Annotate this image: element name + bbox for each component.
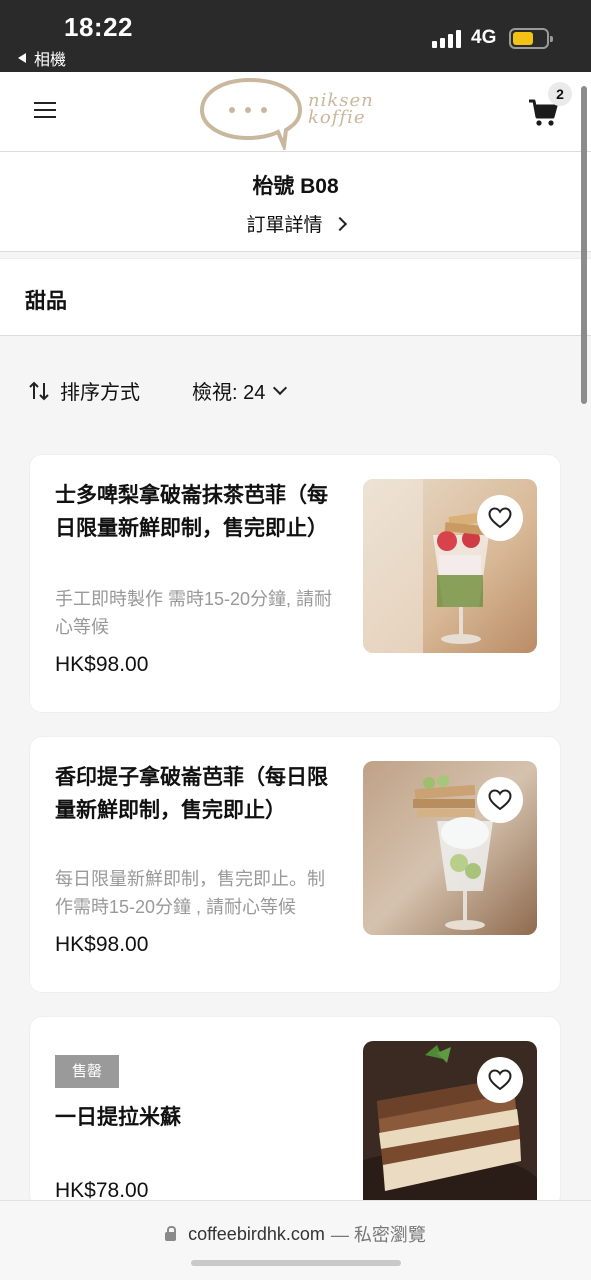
url-domain: coffeebirdhk.com <box>188 1223 325 1244</box>
status-time: 18:22 <box>64 12 133 42</box>
speech-bubble-logo-icon <box>199 77 303 154</box>
back-to-app-link[interactable]: 相機 <box>18 46 66 70</box>
favorite-button[interactable] <box>477 1057 523 1103</box>
product-title: 士多啤梨拿破崙抹茶芭菲（每日限量新鮮即制，售完即止） <box>55 484 328 540</box>
signal-icon <box>432 30 461 48</box>
order-detail-label: 訂單詳情 <box>246 215 323 236</box>
cart-count-badge: 2 <box>548 82 572 106</box>
product-price: HK$98.00 <box>55 933 149 956</box>
table-number: 枱號 B08 <box>252 175 339 198</box>
browser-url-bar[interactable]: coffeebirdhk.com — 私密瀏覽 <box>0 1200 591 1280</box>
favorite-button[interactable] <box>477 777 523 823</box>
site-header: niksen koffie <box>0 72 591 154</box>
view-count-dropdown[interactable]: 檢視: 24 <box>192 376 288 405</box>
product-price: HK$98.00 <box>55 653 149 676</box>
product-card[interactable]: 售罄 一日提拉米蘇 HK$78.00 <box>30 1017 560 1207</box>
network-type: 4G <box>471 27 497 48</box>
sort-button[interactable]: 排序方式 <box>28 376 140 405</box>
list-toolbar: 排序方式 檢視: 24 <box>0 336 591 436</box>
heart-icon <box>488 789 512 811</box>
sort-label: 排序方式 <box>60 382 140 404</box>
order-detail-link[interactable]: 訂單詳情 <box>0 210 591 237</box>
battery-icon <box>509 28 553 49</box>
product-description: 每日限量新鮮即制，售完即止。制作需時15-20分鐘 , 請耐心等候 <box>55 869 325 917</box>
logo-wordmark: niksen koffie <box>308 90 374 128</box>
product-card[interactable]: 香印提子拿破崙芭菲（每日限量新鮮即制，售完即止） 每日限量新鮮即制，售完即止。制… <box>30 737 560 992</box>
product-description: 手工即時製作 需時15-20分鐘, 請耐心等候 <box>55 589 333 637</box>
product-card[interactable]: 士多啤梨拿破崙抹茶芭菲（每日限量新鮮即制，售完即止） 手工即時製作 需時15-2… <box>30 455 560 712</box>
category-title: 甜品 <box>25 290 67 313</box>
product-image[interactable] <box>363 1041 537 1207</box>
status-bar: 18:22 相機 4G <box>0 0 591 72</box>
product-title: 一日提拉米蘇 <box>55 1106 181 1129</box>
sort-arrows-icon <box>29 381 49 400</box>
view-count-label: 檢視: 24 <box>192 382 266 404</box>
page-scrollbar[interactable] <box>581 86 587 404</box>
favorite-button[interactable] <box>477 495 523 541</box>
heart-icon <box>488 507 512 529</box>
back-app-label: 相機 <box>34 52 67 69</box>
chevron-down-icon <box>273 380 288 395</box>
home-indicator <box>191 1260 401 1266</box>
brand-logo[interactable]: niksen koffie <box>198 74 398 154</box>
chevron-right-icon <box>332 216 347 231</box>
private-browsing-label: — 私密瀏覽 <box>330 1225 426 1245</box>
product-image[interactable] <box>363 479 537 653</box>
product-image[interactable] <box>363 761 537 935</box>
url-display[interactable]: coffeebirdhk.com — 私密瀏覽 <box>0 1221 591 1247</box>
hamburger-menu-button[interactable] <box>34 102 56 120</box>
category-header: 甜品 <box>0 258 591 336</box>
sold-out-badge: 售罄 <box>55 1055 119 1088</box>
product-title: 香印提子拿破崙芭菲（每日限量新鮮即制，售完即止） <box>55 766 328 822</box>
back-arrow-icon <box>18 53 26 63</box>
lock-icon <box>165 1225 177 1241</box>
heart-icon <box>488 1069 512 1091</box>
table-info-panel: 枱號 B08 訂單詳情 <box>0 152 591 252</box>
